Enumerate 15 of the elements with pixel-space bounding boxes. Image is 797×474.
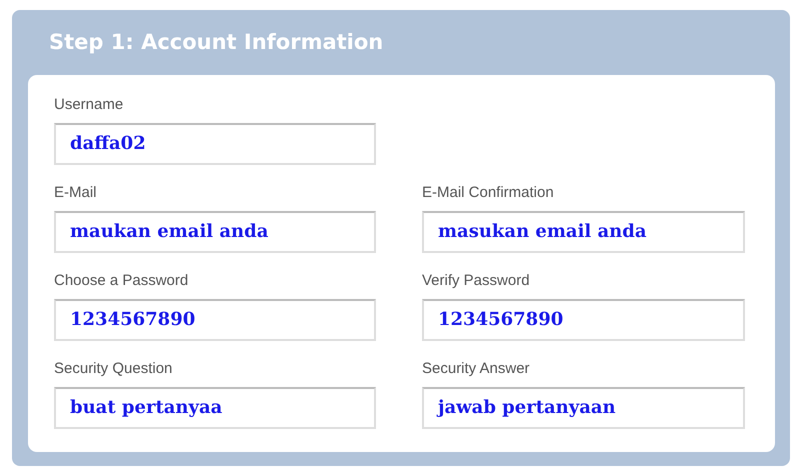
field-label: E-Mail	[54, 184, 97, 202]
field-label: Security Question	[54, 360, 172, 378]
input-field[interactable]: maukan email anda	[54, 211, 376, 253]
input-field[interactable]: daffa02	[54, 123, 376, 165]
input-field[interactable]: 1234567890	[422, 299, 745, 341]
field-label: Username	[54, 96, 124, 114]
panel-title: Step 1: Account Information	[48, 29, 384, 56]
field-label: Verify Password	[422, 272, 530, 290]
field-label: Choose a Password	[54, 272, 188, 290]
input-field[interactable]: masukan email anda	[422, 211, 745, 253]
input-field[interactable]: jawab pertanyaan	[422, 387, 745, 429]
field-label: E-Mail Confirmation	[422, 184, 554, 202]
field-label: Security Answer	[422, 360, 530, 378]
input-field[interactable]: buat pertanyaa	[54, 387, 376, 429]
input-field[interactable]: 1234567890	[54, 299, 376, 341]
